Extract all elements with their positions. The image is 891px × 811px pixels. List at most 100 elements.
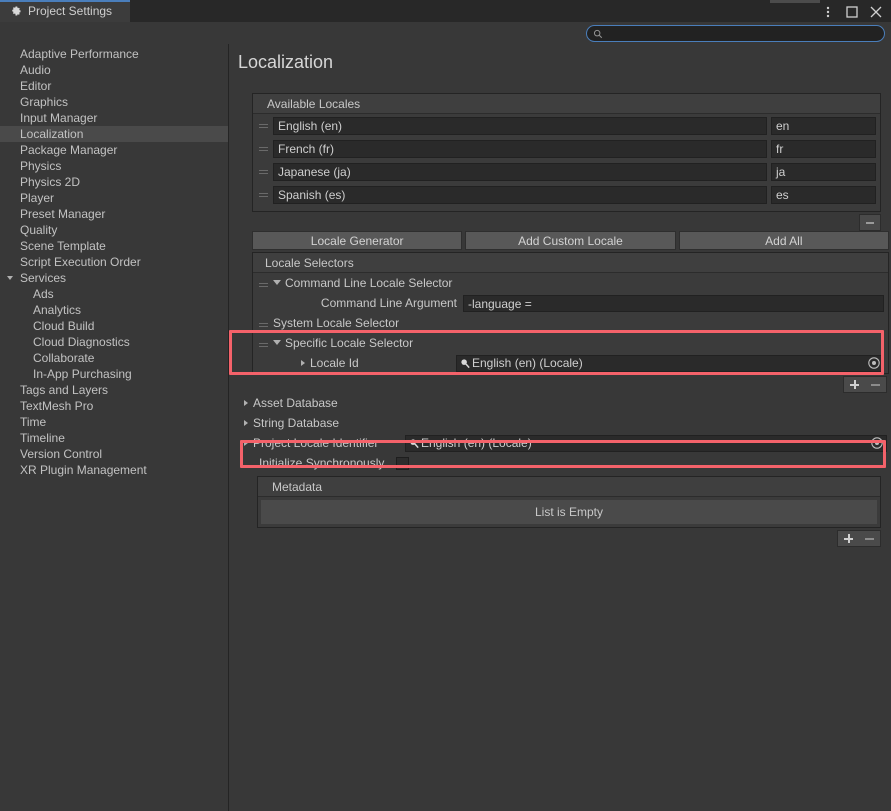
sidebar-item-xr-plugin-management[interactable]: XR Plugin Management — [0, 462, 228, 478]
drag-handle-icon[interactable] — [257, 170, 273, 174]
sidebar-item-label: Cloud Diagnostics — [33, 335, 130, 349]
locale-id-object-field[interactable]: English (en) (Locale) — [456, 355, 884, 372]
sidebar-item-time[interactable]: Time — [0, 414, 228, 430]
drag-handle-icon[interactable] — [257, 124, 273, 128]
sidebar-item-input-manager[interactable]: Input Manager — [0, 110, 228, 126]
drag-handle-icon[interactable] — [257, 193, 273, 197]
sidebar-item-adaptive-performance[interactable]: Adaptive Performance — [0, 46, 228, 62]
add-custom-locale-button[interactable]: Add Custom Locale — [465, 231, 675, 250]
system-locale-selector-title-row[interactable]: System Locale Selector — [273, 313, 888, 333]
sidebar-item-editor[interactable]: Editor — [0, 78, 228, 94]
string-database-label: String Database — [253, 416, 339, 430]
chevron-down-icon[interactable] — [7, 276, 13, 283]
sidebar-item-label: Editor — [20, 79, 51, 93]
sidebar-item-quality[interactable]: Quality — [0, 222, 228, 238]
metadata-panel: Metadata List is Empty — [257, 476, 881, 528]
sidebar-item-in-app-purchasing[interactable]: In-App Purchasing — [0, 366, 228, 382]
sidebar-item-label: Timeline — [20, 431, 65, 445]
object-picker-icon[interactable] — [870, 436, 884, 450]
sidebar-item-player[interactable]: Player — [0, 190, 228, 206]
search-input[interactable] — [603, 26, 884, 41]
locale-code-field[interactable]: ja — [771, 163, 876, 181]
locale-name-field[interactable]: English (en) — [273, 117, 767, 135]
chevron-right-icon[interactable] — [244, 440, 248, 446]
project-locale-identifier-field[interactable]: English (en) (Locale) — [405, 435, 887, 452]
drag-handle-icon[interactable] — [257, 147, 273, 151]
locale-code-field[interactable]: fr — [771, 140, 876, 158]
sidebar-item-package-manager[interactable]: Package Manager — [0, 142, 228, 158]
available-locales-list: English (en)enFrench (fr)frJapanese (ja)… — [253, 114, 880, 211]
command-line-selector-title: Command Line Locale Selector — [285, 273, 452, 293]
specific-locale-selector-foldout[interactable]: Specific Locale Selector — [273, 333, 888, 353]
sidebar-item-collaborate[interactable]: Collaborate — [0, 350, 228, 366]
sidebar-item-label: Tags and Layers — [20, 383, 108, 397]
locale-name-field[interactable]: French (fr) — [273, 140, 767, 158]
locale-name-field[interactable]: Japanese (ja) — [273, 163, 767, 181]
sidebar-item-timeline[interactable]: Timeline — [0, 430, 228, 446]
add-all-button[interactable]: Add All — [679, 231, 889, 250]
search-box[interactable] — [586, 25, 885, 42]
locale-name-field[interactable]: Spanish (es) — [273, 186, 767, 204]
drag-handle-icon[interactable] — [259, 343, 268, 347]
window-tab-bar: Project Settings — [0, 0, 891, 22]
command-line-argument-input[interactable]: -language = — [463, 295, 884, 312]
sidebar-item-cloud-diagnostics[interactable]: Cloud Diagnostics — [0, 334, 228, 350]
close-icon[interactable] — [865, 2, 887, 22]
sidebar-item-label: Cloud Build — [33, 319, 94, 333]
locale-selectors-header: Locale Selectors — [253, 253, 888, 273]
command-line-argument-row: Command Line Argument -language = — [273, 293, 888, 313]
locale-row: Spanish (es)es — [257, 185, 876, 205]
initialize-synchronously-row: Initialize Synchronously — [259, 453, 891, 473]
add-metadata-button[interactable] — [844, 534, 853, 543]
inactive-tab-stub[interactable] — [770, 0, 820, 3]
sidebar-item-tags-and-layers[interactable]: Tags and Layers — [0, 382, 228, 398]
remove-metadata-button[interactable] — [865, 538, 874, 540]
specific-locale-selector-entry: Specific Locale Selector Locale Id Engli… — [253, 333, 888, 373]
locale-code-field[interactable]: en — [771, 117, 876, 135]
object-picker-icon[interactable] — [867, 356, 881, 370]
sidebar-item-physics[interactable]: Physics — [0, 158, 228, 174]
available-locales-panel: Available Locales English (en)enFrench (… — [252, 93, 881, 212]
locale-row: French (fr)fr — [257, 139, 876, 159]
tab-bar-spacer — [130, 0, 891, 22]
drag-handle-icon[interactable] — [259, 323, 268, 327]
sidebar-item-ads[interactable]: Ads — [0, 286, 228, 302]
locale-code-field[interactable]: es — [771, 186, 876, 204]
sidebar-item-analytics[interactable]: Analytics — [0, 302, 228, 318]
initialize-synchronously-checkbox[interactable] — [396, 457, 409, 470]
sidebar-item-script-execution-order[interactable]: Script Execution Order — [0, 254, 228, 270]
sidebar-item-cloud-build[interactable]: Cloud Build — [0, 318, 228, 334]
remove-selector-button[interactable] — [871, 384, 880, 386]
kebab-menu-icon[interactable] — [817, 2, 839, 22]
asset-database-label: Asset Database — [253, 396, 338, 410]
sidebar-item-preset-manager[interactable]: Preset Manager — [0, 206, 228, 222]
command-line-selector-foldout[interactable]: Command Line Locale Selector — [273, 273, 888, 293]
sidebar-item-version-control[interactable]: Version Control — [0, 446, 228, 462]
add-selector-button[interactable] — [850, 380, 859, 389]
sidebar-item-services[interactable]: Services — [0, 270, 228, 286]
specific-locale-selector-title: Specific Locale Selector — [285, 333, 413, 353]
chevron-right-icon — [244, 420, 248, 426]
sidebar-item-graphics[interactable]: Graphics — [0, 94, 228, 110]
sidebar-item-scene-template[interactable]: Scene Template — [0, 238, 228, 254]
project-settings-window: Project Settings — [0, 0, 891, 811]
sidebar-item-label: Collaborate — [33, 351, 94, 365]
chevron-right-icon — [244, 400, 248, 406]
sidebar-item-label: XR Plugin Management — [20, 463, 147, 477]
string-database-foldout[interactable]: String Database — [244, 413, 891, 433]
sidebar-item-localization[interactable]: Localization — [0, 126, 228, 142]
sidebar-item-physics-2d[interactable]: Physics 2D — [0, 174, 228, 190]
maximize-icon[interactable] — [841, 2, 863, 22]
sidebar-item-label: Graphics — [20, 95, 68, 109]
sidebar-item-audio[interactable]: Audio — [0, 62, 228, 78]
chevron-right-icon[interactable] — [301, 360, 305, 366]
asset-database-foldout[interactable]: Asset Database — [244, 393, 891, 413]
sidebar-item-label: Scene Template — [20, 239, 106, 253]
tab-project-settings[interactable]: Project Settings — [0, 0, 130, 22]
metadata-empty-label: List is Empty — [261, 500, 877, 524]
selectors-add-remove-buttons — [843, 376, 887, 393]
remove-locale-button[interactable] — [859, 214, 881, 231]
sidebar-item-textmesh-pro[interactable]: TextMesh Pro — [0, 398, 228, 414]
drag-handle-icon[interactable] — [259, 283, 268, 287]
locale-generator-button[interactable]: Locale Generator — [252, 231, 462, 250]
